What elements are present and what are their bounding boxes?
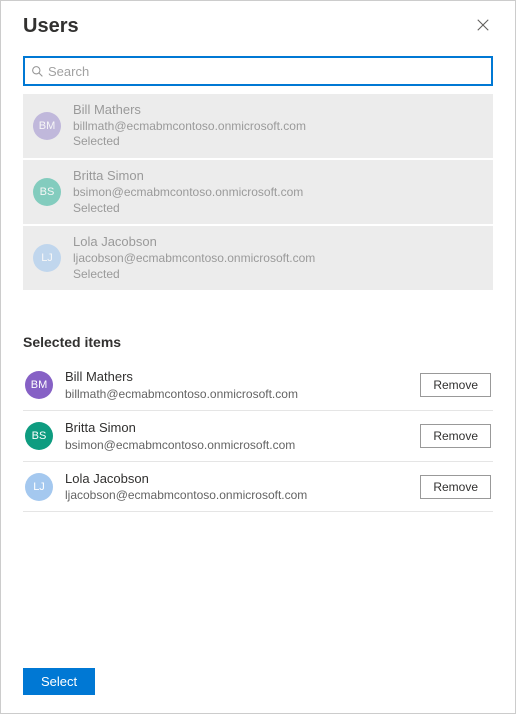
remove-button[interactable]: Remove [420,475,491,499]
result-info: Lola Jacobson ljacobson@ecmabmcontoso.on… [73,234,315,282]
selected-items-heading: Selected items [1,290,515,360]
result-name: Britta Simon [73,168,303,185]
close-icon [476,18,490,35]
search-box[interactable] [23,56,493,86]
avatar: BS [25,422,53,450]
selected-info: Lola Jacobson ljacobson@ecmabmcontoso.on… [65,470,420,504]
result-email: ljacobson@ecmabmcontoso.onmicrosoft.com [73,251,315,267]
selected-email: billmath@ecmabmcontoso.onmicrosoft.com [65,386,420,402]
remove-button[interactable]: Remove [420,424,491,448]
result-name: Bill Mathers [73,102,306,119]
close-button[interactable] [473,17,493,37]
selected-items-list: BM Bill Mathers billmath@ecmabmcontoso.o… [1,360,515,512]
avatar: BM [25,371,53,399]
avatar: BS [33,178,61,206]
search-result-item[interactable]: BM Bill Mathers billmath@ecmabmcontoso.o… [23,94,493,158]
selected-email: bsimon@ecmabmcontoso.onmicrosoft.com [65,437,420,453]
result-status: Selected [73,201,303,217]
avatar: LJ [25,473,53,501]
select-button[interactable]: Select [23,668,95,695]
selected-name: Bill Mathers [65,368,420,386]
avatar: LJ [33,244,61,272]
search-result-item[interactable]: BS Britta Simon bsimon@ecmabmcontoso.onm… [23,160,493,224]
result-name: Lola Jacobson [73,234,315,251]
panel-footer: Select [23,668,95,695]
search-result-item[interactable]: LJ Lola Jacobson ljacobson@ecmabmcontoso… [23,226,493,290]
selected-info: Bill Mathers billmath@ecmabmcontoso.onmi… [65,368,420,402]
result-email: bsimon@ecmabmcontoso.onmicrosoft.com [73,185,303,201]
result-info: Britta Simon bsimon@ecmabmcontoso.onmicr… [73,168,303,216]
selected-name: Britta Simon [65,419,420,437]
result-info: Bill Mathers billmath@ecmabmcontoso.onmi… [73,102,306,150]
search-icon [31,65,44,78]
search-input[interactable] [48,64,485,79]
selected-info: Britta Simon bsimon@ecmabmcontoso.onmicr… [65,419,420,453]
result-status: Selected [73,267,315,283]
search-results-list: BM Bill Mathers billmath@ecmabmcontoso.o… [23,94,493,290]
panel-header: Users [1,1,515,56]
result-status: Selected [73,134,306,150]
remove-button[interactable]: Remove [420,373,491,397]
avatar: BM [33,112,61,140]
selected-item: BM Bill Mathers billmath@ecmabmcontoso.o… [23,360,493,411]
result-email: billmath@ecmabmcontoso.onmicrosoft.com [73,119,306,135]
search-container [1,56,515,94]
selected-email: ljacobson@ecmabmcontoso.onmicrosoft.com [65,487,420,503]
selected-item: BS Britta Simon bsimon@ecmabmcontoso.onm… [23,411,493,462]
selected-item: LJ Lola Jacobson ljacobson@ecmabmcontoso… [23,462,493,513]
selected-name: Lola Jacobson [65,470,420,488]
panel-title: Users [23,15,79,38]
